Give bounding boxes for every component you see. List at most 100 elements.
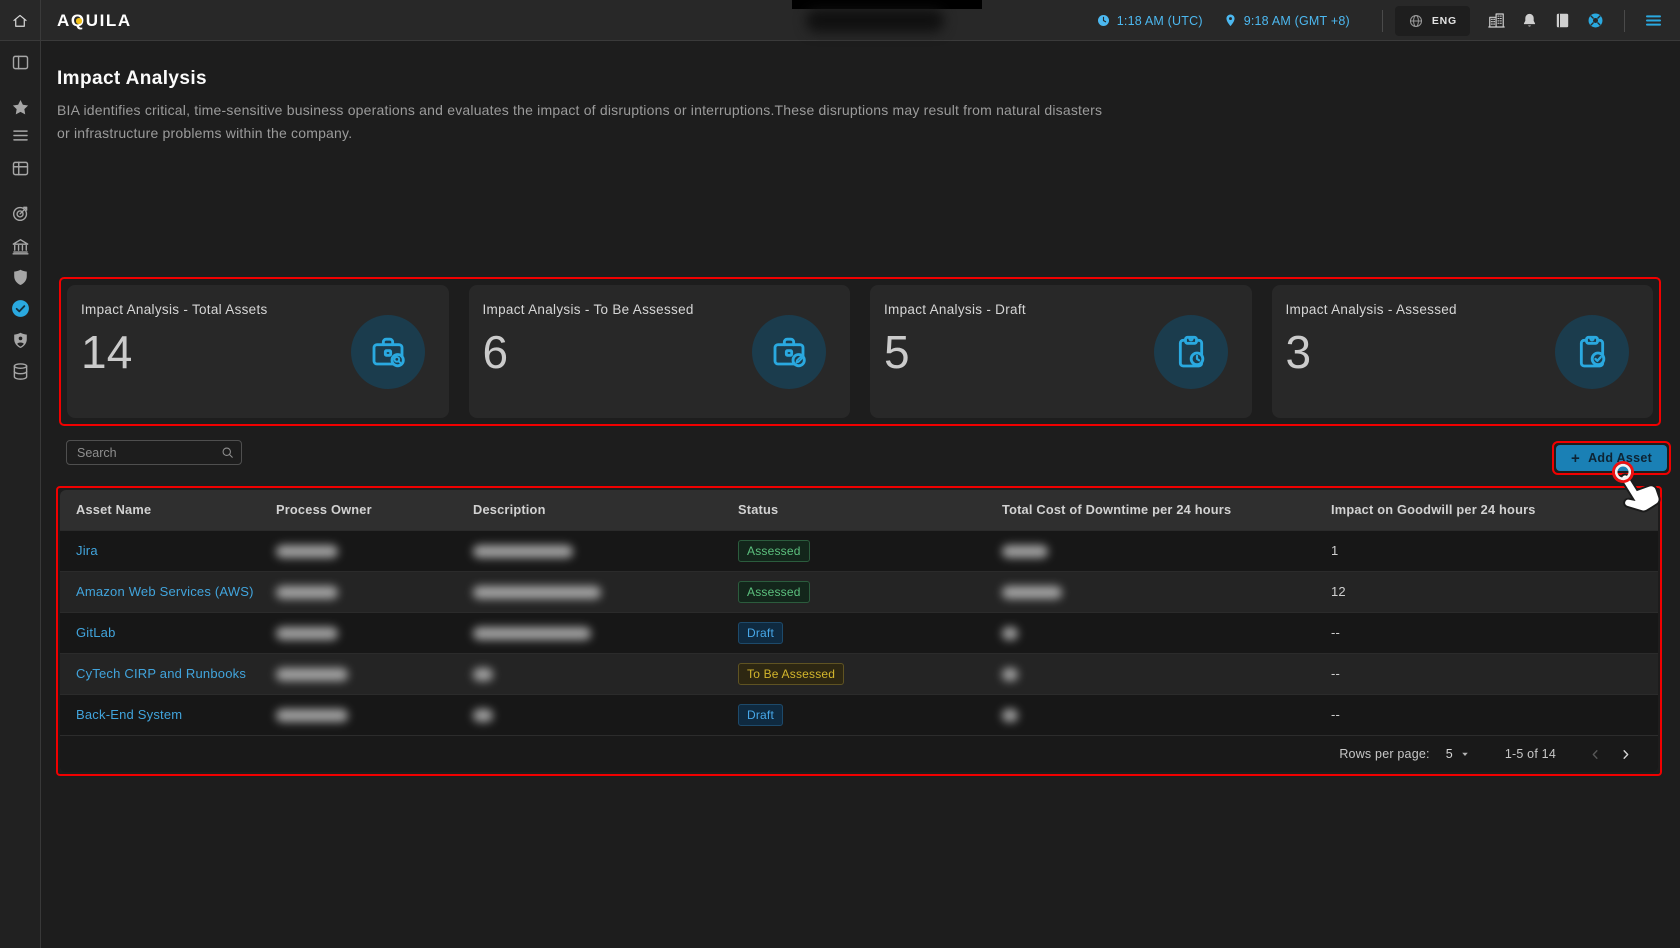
sidebar-item-table-board-icon[interactable]	[10, 158, 31, 179]
briefcase-edit-icon	[752, 315, 826, 389]
status-badge: Assessed	[738, 581, 810, 603]
redacted-bar	[792, 0, 982, 9]
language-selector[interactable]: ENG	[1395, 6, 1470, 36]
utc-time: 1:18 AM (UTC)	[1096, 13, 1203, 28]
redacted-tenant-name	[806, 9, 944, 32]
column-header: Description	[457, 490, 722, 530]
sidebar-item-target-dart-icon[interactable]	[10, 203, 31, 224]
sidebar	[0, 41, 41, 948]
redacted-cost-value	[1002, 545, 1048, 558]
next-page-button[interactable]	[1610, 739, 1640, 769]
redacted-cost-value	[1002, 627, 1018, 640]
assets-table: Asset NameProcess OwnerDescriptionStatus…	[60, 490, 1658, 735]
clipboard-clock-icon	[1154, 315, 1228, 389]
briefcase-search-icon	[351, 315, 425, 389]
goodwill-value: --	[1331, 666, 1340, 681]
add-asset-button[interactable]: + Add Asset	[1556, 445, 1667, 471]
table-row: Back-End System Draft --	[60, 694, 1658, 735]
clipboard-check-icon	[1555, 315, 1629, 389]
chevron-left-icon	[1588, 747, 1603, 762]
utc-time-label: 1:18 AM (UTC)	[1117, 14, 1203, 28]
search-input[interactable]	[66, 440, 242, 465]
library-book-icon[interactable]	[1546, 0, 1579, 41]
column-header: Total Cost of Downtime per 24 hours	[986, 490, 1315, 530]
app-logo[interactable]: AQUILA	[57, 0, 132, 41]
stat-card-0: Impact Analysis - Total Assets 14	[67, 285, 449, 418]
sidebar-item-shield-user-icon[interactable]	[10, 330, 31, 351]
company-building-icon[interactable]	[1480, 0, 1513, 41]
redacted-process-owner	[276, 627, 338, 640]
rows-per-page-label: Rows per page:	[1339, 747, 1429, 761]
language-label: ENG	[1432, 15, 1457, 27]
rows-per-page-value: 5	[1446, 747, 1453, 761]
rows-per-page-select[interactable]: 5	[1446, 747, 1471, 761]
goodwill-value: --	[1331, 707, 1340, 722]
caret-down-icon	[1459, 748, 1471, 760]
annotation-rect-table: Asset NameProcess OwnerDescriptionStatus…	[56, 486, 1662, 776]
logo-q-dot	[76, 18, 82, 24]
stat-card-2: Impact Analysis - Draft 5	[870, 285, 1252, 418]
asset-name-link[interactable]: GitLab	[76, 625, 116, 640]
divider	[1624, 10, 1625, 32]
home-button[interactable]	[0, 0, 41, 41]
redacted-description	[473, 545, 573, 558]
goodwill-value: 12	[1331, 584, 1346, 599]
clock-icon	[1096, 13, 1111, 28]
top-navbar: AQUILA 1:18 AM (UTC) 9:18 AM (GMT +8) EN…	[0, 0, 1680, 41]
asset-name-link[interactable]: Amazon Web Services (AWS)	[76, 584, 254, 599]
page-description: BIA identifies critical, time-sensitive …	[57, 99, 1119, 145]
table-pagination: Rows per page: 5 1-5 of 14	[60, 735, 1658, 772]
asset-name-link[interactable]: CyTech CIRP and Runbooks	[76, 666, 246, 681]
redacted-process-owner	[276, 586, 338, 599]
search-icon	[220, 445, 235, 460]
sidebar-item-bank-icon[interactable]	[10, 236, 31, 257]
sidebar-item-impact-analysis-check-icon[interactable]	[10, 298, 31, 319]
goodwill-value: --	[1331, 625, 1340, 640]
app-logo-text: AQUILA	[57, 11, 132, 31]
redacted-cost-value	[1002, 668, 1018, 681]
notification-bell-icon[interactable]	[1513, 0, 1546, 41]
support-ring-icon[interactable]	[1579, 0, 1612, 41]
column-header: Status	[722, 490, 986, 530]
redacted-description	[473, 586, 601, 599]
pagination-range: 1-5 of 14	[1505, 747, 1556, 761]
table-row: Jira Assessed 1	[60, 530, 1658, 571]
redacted-process-owner	[276, 709, 348, 722]
redacted-description	[473, 709, 493, 722]
divider	[1382, 10, 1383, 32]
redacted-description	[473, 668, 493, 681]
sidebar-item-star-icon[interactable]	[10, 97, 31, 118]
local-time: 9:18 AM (GMT +8)	[1223, 13, 1350, 28]
table-row: Amazon Web Services (AWS) Assessed 12	[60, 571, 1658, 612]
chevron-right-icon	[1618, 747, 1633, 762]
table-row: CyTech CIRP and Runbooks To Be Assessed …	[60, 653, 1658, 694]
local-time-label: 9:18 AM (GMT +8)	[1244, 14, 1350, 28]
status-badge: Draft	[738, 622, 783, 644]
previous-page-button[interactable]	[1580, 739, 1610, 769]
home-icon	[11, 12, 29, 30]
search-input-wrapper	[66, 440, 242, 465]
asset-name-link[interactable]: Jira	[76, 543, 98, 558]
menu-icon[interactable]	[1637, 0, 1670, 41]
annotation-rect-stats: Impact Analysis - Total Assets 14 Impact…	[59, 277, 1661, 426]
redacted-cost-value	[1002, 709, 1018, 722]
asset-name-link[interactable]: Back-End System	[76, 707, 182, 722]
add-asset-label: Add Asset	[1588, 451, 1652, 465]
goodwill-value: 1	[1331, 543, 1338, 558]
sidebar-item-menu-list-icon[interactable]	[10, 125, 31, 146]
status-badge: To Be Assessed	[738, 663, 844, 685]
column-header: Process Owner	[260, 490, 457, 530]
globe-icon	[1408, 13, 1424, 29]
redacted-process-owner	[276, 545, 338, 558]
sidebar-item-layout-panel-icon[interactable]	[10, 52, 31, 73]
status-badge: Draft	[738, 704, 783, 726]
redacted-cost-value	[1002, 586, 1062, 599]
redacted-process-owner	[276, 668, 348, 681]
stat-card-3: Impact Analysis - Assessed 3	[1272, 285, 1654, 418]
column-header: Impact on Goodwill per 24 hours	[1315, 490, 1658, 530]
annotation-rect-add-asset: + Add Asset	[1552, 441, 1671, 475]
assets-table-card: Asset NameProcess OwnerDescriptionStatus…	[60, 490, 1658, 772]
status-badge: Assessed	[738, 540, 810, 562]
sidebar-item-asset-database-icon[interactable]	[10, 361, 31, 382]
sidebar-item-shield-icon[interactable]	[10, 267, 31, 288]
